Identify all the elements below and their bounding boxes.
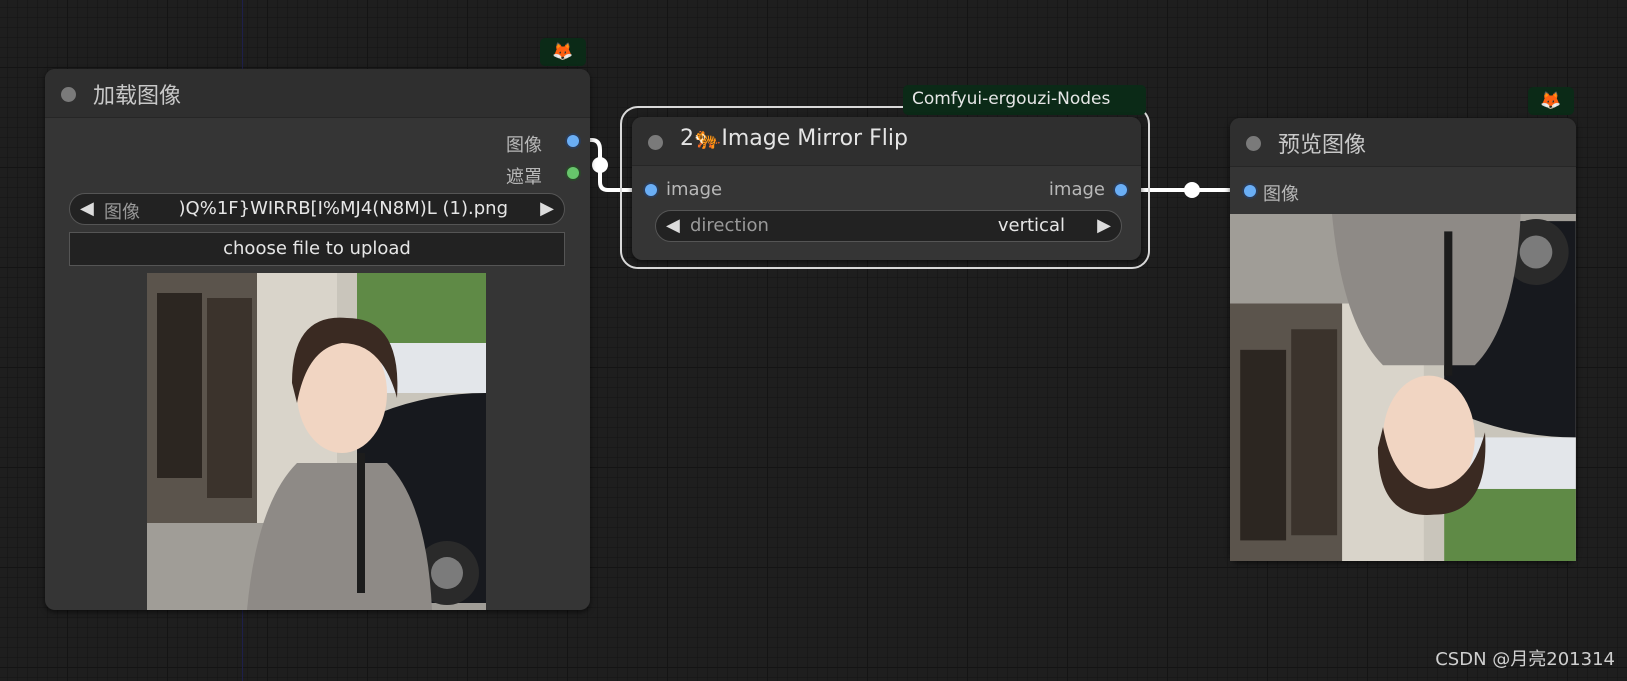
flipped-image-preview: [1230, 214, 1576, 561]
mirror-flip-badge: Comfyui-ergouzi-Nodes: [903, 85, 1146, 115]
node-header[interactable]: 加载图像: [45, 69, 590, 118]
input-label-image: image: [666, 179, 723, 200]
arrow-right-icon[interactable]: ▶: [540, 198, 554, 219]
link-midpoint-1: [592, 157, 608, 173]
node-header[interactable]: 预览图像: [1230, 118, 1576, 167]
output-socket-mask[interactable]: [567, 167, 579, 179]
node-header[interactable]: 2🐅Image Mirror Flip: [632, 117, 1141, 166]
direction-combo[interactable]: ◀ direction vertical ▶: [655, 210, 1122, 242]
arrow-right-icon[interactable]: ▶: [1097, 215, 1111, 236]
fox-icon: 🦊: [1540, 91, 1562, 111]
output-socket-image[interactable]: [1115, 184, 1127, 196]
upload-button[interactable]: choose file to upload: [69, 232, 565, 266]
collapse-dot[interactable]: [648, 135, 663, 150]
photo-graphic: [1230, 214, 1576, 561]
load-image-node[interactable]: 加载图像 图像 遮罩 ◀ 图像 )Q%1F}WIRRB[I%MJ4(N8M)L …: [45, 69, 590, 610]
arrow-left-icon[interactable]: ◀: [80, 198, 94, 219]
input-socket-image[interactable]: [1244, 185, 1256, 197]
output-label-mask: 遮罩: [506, 167, 542, 188]
load-image-badge: 🦊: [540, 38, 586, 66]
badge-text: Comfyui-ergouzi-Nodes: [912, 89, 1111, 109]
mirror-flip-node[interactable]: 2🐅Image Mirror Flip image image ◀ direct…: [632, 117, 1141, 260]
input-socket-image[interactable]: [645, 184, 657, 196]
photo-graphic: [147, 273, 486, 610]
output-label-image: image: [1048, 179, 1105, 200]
loaded-image-preview: [147, 273, 486, 610]
image-combo[interactable]: ◀ 图像 )Q%1F}WIRRB[I%MJ4(N8M)L (1).png ▶: [69, 193, 565, 225]
node-title: 加载图像: [93, 84, 182, 109]
input-label-image: 图像: [1263, 184, 1299, 205]
fox-icon: 🦊: [552, 42, 574, 62]
combo-name: direction: [690, 215, 769, 236]
preview-badge: 🦊: [1528, 87, 1574, 115]
preview-image-node[interactable]: 预览图像 图像: [1230, 118, 1576, 561]
node-title: 预览图像: [1278, 133, 1367, 158]
watermark: CSDN @月亮201314: [1435, 649, 1615, 670]
combo-value: )Q%1F}WIRRB[I%MJ4(N8M)L (1).png: [178, 198, 508, 219]
output-label-image: 图像: [506, 135, 542, 156]
collapse-dot[interactable]: [61, 87, 76, 102]
link-midpoint-2: [1184, 182, 1200, 198]
combo-value: vertical: [997, 215, 1065, 236]
node-title: 2🐅Image Mirror Flip: [680, 126, 908, 151]
combo-name: 图像: [104, 202, 140, 223]
output-socket-image[interactable]: [567, 135, 579, 147]
collapse-dot[interactable]: [1246, 136, 1261, 151]
arrow-left-icon[interactable]: ◀: [666, 215, 680, 236]
